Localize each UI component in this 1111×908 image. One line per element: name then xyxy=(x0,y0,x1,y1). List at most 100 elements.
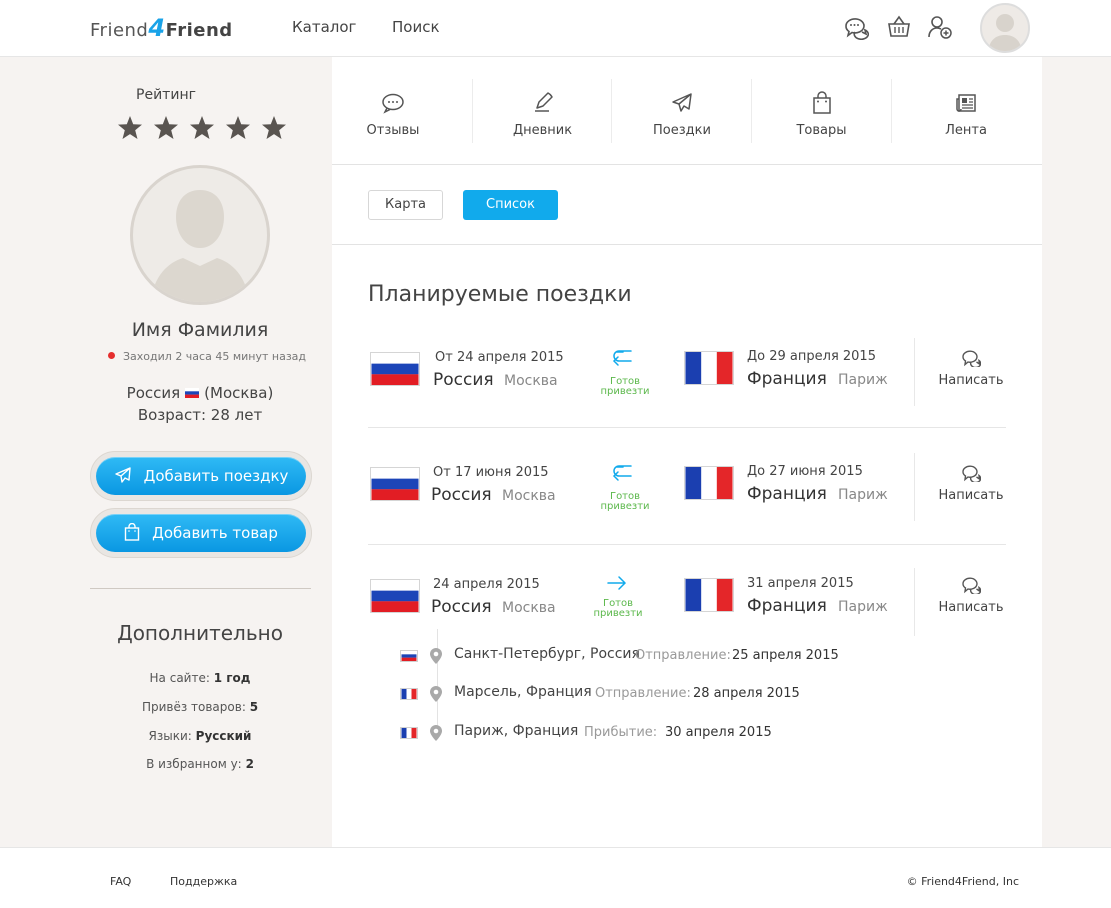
trip-to-city: Париж xyxy=(838,599,888,615)
avatar-placeholder-icon xyxy=(988,14,1022,51)
trip-from-city: Москва xyxy=(504,373,558,389)
tab-feed[interactable]: Лента xyxy=(892,57,1040,165)
write-message-button[interactable]: Написать xyxy=(936,349,1006,388)
france-flag-icon xyxy=(400,727,418,739)
stop-date: 30 апреля 2015 xyxy=(665,725,772,740)
stop-label: Отправление: xyxy=(595,686,691,701)
bag-icon xyxy=(812,91,831,114)
russia-flag-icon xyxy=(370,467,420,501)
basket-icon[interactable] xyxy=(886,14,912,40)
site-logo[interactable]: Friend4Friend xyxy=(90,14,233,42)
ready-to-bring-label: Готов привезти xyxy=(593,598,643,619)
trip-from-country: Россия xyxy=(433,370,494,390)
location-pin-icon xyxy=(430,648,442,664)
profile-sidebar: Рейтинг Имя Фамилия Заходил 2 часа 45 ми… xyxy=(0,57,332,847)
france-flag-icon xyxy=(684,578,734,612)
user-avatar-menu[interactable] xyxy=(980,3,1030,53)
write-message-button[interactable]: Написать xyxy=(936,576,1006,615)
newspaper-icon xyxy=(956,94,976,112)
stop-city: Париж, Франция xyxy=(454,723,579,739)
add-user-icon[interactable] xyxy=(927,14,953,40)
profile-avatar xyxy=(130,165,270,305)
page-footer: FAQ Поддержка © Friend4Friend, Inc xyxy=(0,847,1111,908)
chat-icon xyxy=(962,350,981,367)
plane-icon xyxy=(672,93,692,112)
trip-from-city: Москва xyxy=(502,488,556,504)
trip-to-city: Париж xyxy=(838,487,888,503)
chat-icon xyxy=(962,465,981,482)
rating-stars xyxy=(115,115,290,141)
plane-icon xyxy=(114,467,131,483)
footer-support-link[interactable]: Поддержка xyxy=(170,875,237,888)
route-stop: Париж, Франция Прибытие: 30 апреля 2015 xyxy=(400,723,900,743)
stop-city: Марсель, Франция xyxy=(454,684,592,700)
trip-from-country: Россия xyxy=(431,597,492,617)
location-pin-icon xyxy=(430,686,442,702)
diary-icon xyxy=(534,92,553,112)
russia-flag-icon xyxy=(185,388,200,398)
trip-separator xyxy=(914,568,915,636)
tab-reviews[interactable]: Отзывы xyxy=(332,57,454,165)
reviews-icon xyxy=(382,93,404,114)
location-pin-icon xyxy=(430,725,442,741)
trip-card: От 17 июня 2015 Россия Москва Готов приве… xyxy=(368,453,1008,548)
add-trip-button[interactable]: Добавить поездку xyxy=(96,457,306,495)
footer-copyright: © Friend4Friend, Inc xyxy=(906,875,1019,888)
trip-from-city: Москва xyxy=(502,600,556,616)
list-view-button[interactable]: Список xyxy=(463,190,558,220)
map-view-button[interactable]: Карта xyxy=(368,190,443,220)
view-toggle-bar: Карта Список xyxy=(332,165,1042,245)
route-stop: Марсель, Франция Отправление: 28 апреля … xyxy=(400,684,900,704)
trip-from-date: От 24 апреля 2015 xyxy=(435,350,564,365)
add-item-button[interactable]: Добавить товар xyxy=(96,514,306,552)
footer-faq-link[interactable]: FAQ xyxy=(110,875,131,888)
write-message-button[interactable]: Написать xyxy=(936,464,1006,503)
trip-to-date: До 27 июня 2015 xyxy=(747,464,863,479)
profile-tabs: Отзывы Дневник Поездки Товары Лента xyxy=(332,57,1042,165)
trip-from-country: Россия xyxy=(431,485,492,505)
russia-flag-icon xyxy=(370,579,420,613)
star-icon xyxy=(226,116,250,139)
trip-from-date: 24 апреля 2015 xyxy=(433,577,540,592)
avatar-placeholder-icon xyxy=(151,190,249,302)
stop-date: 28 апреля 2015 xyxy=(693,686,800,701)
trip-divider xyxy=(368,544,1006,545)
france-flag-icon xyxy=(684,466,734,500)
trip-to-country: Франция xyxy=(747,596,827,616)
trip-divider xyxy=(368,427,1006,428)
nav-catalog[interactable]: Каталог xyxy=(292,18,356,36)
status-dot xyxy=(108,352,115,359)
ready-to-bring-label: Готов привезти xyxy=(600,491,650,512)
russia-flag-icon xyxy=(400,650,418,662)
main-content: Отзывы Дневник Поездки Товары Лента Карт… xyxy=(332,57,1042,847)
tab-goods[interactable]: Товары xyxy=(752,57,891,165)
star-icon xyxy=(154,116,178,139)
section-title: Планируемые поездки xyxy=(368,282,632,307)
trip-to-country: Франция xyxy=(747,369,827,389)
ready-to-bring-label: Готов привезти xyxy=(600,376,650,397)
russia-flag-icon xyxy=(370,352,420,386)
stop-label: Прибытие: xyxy=(584,725,658,740)
trip-to-date: До 29 апреля 2015 xyxy=(747,349,876,364)
trip-separator xyxy=(914,338,915,406)
right-gutter xyxy=(1042,57,1111,847)
route-stop: Санкт-Петербург, Россия Отправление: 25 … xyxy=(400,646,900,666)
sidebar-divider xyxy=(90,588,311,589)
trip-card: От 24 апреля 2015 Россия Москва Готов при… xyxy=(368,338,1008,433)
last-seen-status: Заходил 2 часа 45 минут назад xyxy=(108,350,306,363)
trip-separator xyxy=(914,453,915,521)
star-icon xyxy=(190,116,214,139)
top-header: Friend4Friend Каталог Поиск xyxy=(0,0,1111,57)
round-trip-icon xyxy=(612,350,632,366)
add-item-button-frame: Добавить товар xyxy=(90,508,312,558)
bag-icon xyxy=(124,522,140,541)
tab-trips[interactable]: Поездки xyxy=(612,57,752,165)
france-flag-icon xyxy=(400,688,418,700)
star-icon xyxy=(262,116,286,139)
trip-from-date: От 17 июня 2015 xyxy=(433,465,549,480)
nav-search[interactable]: Поиск xyxy=(392,18,440,36)
trip-to-country: Франция xyxy=(747,484,827,504)
chat-icon[interactable] xyxy=(843,14,869,40)
stop-label: Отправление: xyxy=(635,648,731,663)
tab-diary[interactable]: Дневник xyxy=(473,57,612,165)
